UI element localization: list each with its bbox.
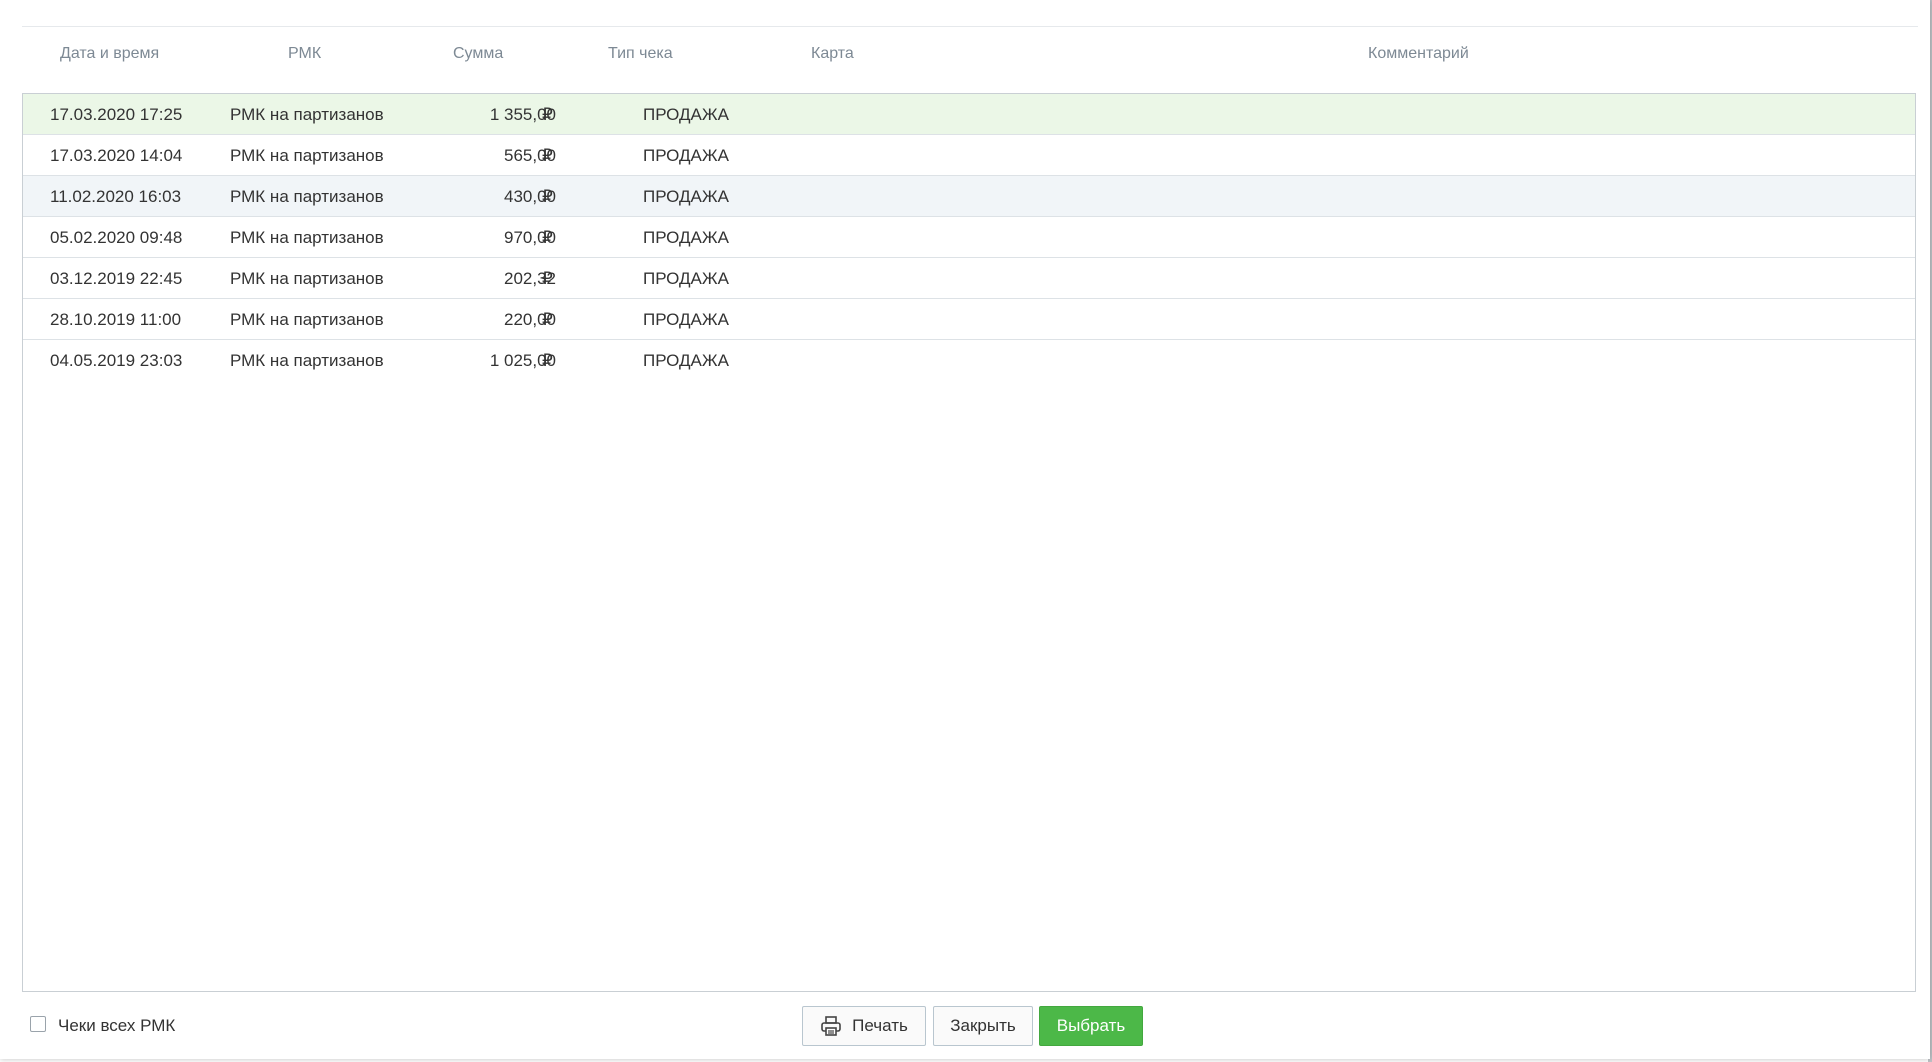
column-header-sum[interactable]: Сумма [453, 45, 503, 63]
all-rmk-checkbox-label[interactable]: Чеки всех РМК [58, 1016, 175, 1036]
cell-receipt-type: ПРОДАЖА [643, 228, 729, 247]
print-button[interactable]: Печать [802, 1006, 926, 1046]
cell-sum: 1 025,00 [489, 351, 556, 370]
divider [22, 26, 1918, 27]
cell-receipt-type: ПРОДАЖА [643, 146, 729, 165]
cell-sum: 565,00 [504, 146, 556, 165]
cell-datetime: 03.12.2019 22:45 [50, 269, 183, 288]
table-row[interactable]: 04.05.2019 23:03 РМК на партизанов 1 025… [23, 340, 1915, 380]
column-header-receipt-type[interactable]: Тип чека [608, 45, 673, 63]
currency-symbol: ₽ [542, 146, 553, 165]
cell-receipt-type: ПРОДАЖА [643, 269, 729, 288]
cell-receipt-type: ПРОДАЖА [643, 187, 729, 206]
cell-receipt-type: ПРОДАЖА [643, 351, 729, 370]
currency-symbol: ₽ [542, 187, 553, 206]
table-row[interactable]: 17.03.2020 17:25 РМК на партизанов 1 355… [23, 94, 1915, 135]
select-button[interactable]: Выбрать [1039, 1006, 1143, 1046]
cell-datetime: 17.03.2020 14:04 [50, 146, 183, 165]
table-row[interactable]: 28.10.2019 11:00 РМК на партизанов 220,0… [23, 299, 1915, 340]
dialog-footer: Чеки всех РМК Печать Закрыть Выбрать [22, 1006, 1916, 1051]
currency-symbol: ₽ [542, 269, 553, 288]
printer-icon [820, 1015, 842, 1037]
receipts-dialog: Дата и время РМК Сумма Тип чека Карта Ко… [0, 0, 1930, 1059]
cell-datetime: 17.03.2020 17:25 [50, 105, 183, 124]
cell-datetime: 04.05.2019 23:03 [50, 351, 183, 370]
cell-receipt-type: ПРОДАЖА [643, 105, 729, 124]
cell-sum: 220,00 [504, 310, 556, 329]
column-header-rmk[interactable]: РМК [288, 45, 321, 63]
cell-datetime: 05.02.2020 09:48 [50, 228, 183, 247]
receipts-table: 17.03.2020 17:25 РМК на партизанов 1 355… [22, 93, 1916, 992]
cell-sum: 970,00 [504, 228, 556, 247]
currency-symbol: ₽ [542, 351, 553, 370]
all-rmk-checkbox[interactable] [30, 1016, 46, 1032]
print-button-label: Печать [852, 1016, 908, 1035]
cell-datetime: 28.10.2019 11:00 [50, 310, 182, 329]
table-row[interactable]: 05.02.2020 09:48 РМК на партизанов 970,0… [23, 217, 1915, 258]
cell-sum: 430,00 [504, 187, 556, 206]
currency-symbol: ₽ [542, 310, 553, 329]
cell-sum: 1 355,00 [489, 105, 556, 124]
cell-datetime: 11.02.2020 16:03 [50, 187, 182, 206]
close-button-label: Закрыть [950, 1016, 1016, 1035]
close-button[interactable]: Закрыть [933, 1006, 1033, 1046]
table-row[interactable]: 11.02.2020 16:03 РМК на партизанов 430,0… [23, 176, 1915, 217]
currency-symbol: ₽ [542, 228, 553, 247]
table-row[interactable]: 17.03.2020 14:04 РМК на партизанов 565,0… [23, 135, 1915, 176]
cell-sum: 202,32 [504, 269, 556, 288]
table-header: Дата и время РМК Сумма Тип чека Карта Ко… [22, 40, 1918, 70]
currency-symbol: ₽ [542, 105, 553, 124]
column-header-comment[interactable]: Комментарий [1368, 45, 1469, 63]
cell-receipt-type: ПРОДАЖА [643, 310, 729, 329]
column-header-datetime[interactable]: Дата и время [60, 45, 159, 63]
column-header-card[interactable]: Карта [811, 45, 854, 63]
table-row[interactable]: 03.12.2019 22:45 РМК на партизанов 202,3… [23, 258, 1915, 299]
select-button-label: Выбрать [1056, 1016, 1126, 1035]
